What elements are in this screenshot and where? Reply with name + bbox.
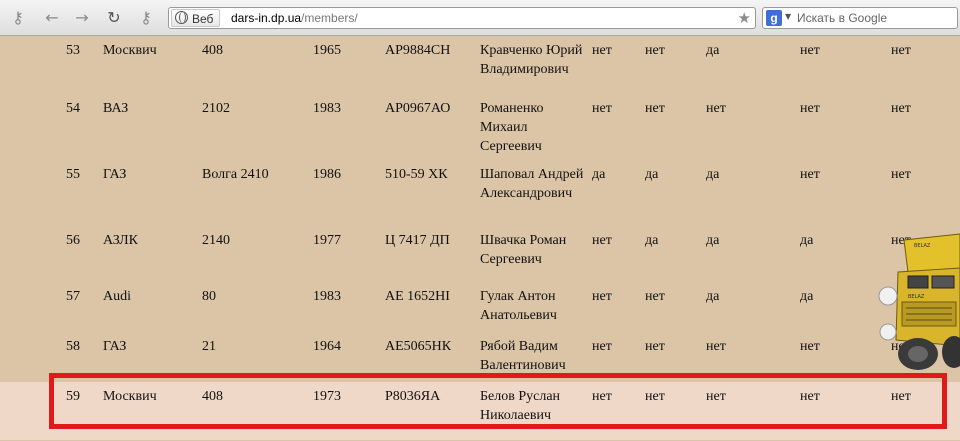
search-box[interactable]: g ▼ Искать в Google — [762, 7, 958, 29]
cell-c3: да — [706, 43, 720, 58]
cell-c3: да — [706, 167, 720, 182]
cell-year: 1964 — [313, 339, 341, 354]
cell-num: 53 — [66, 43, 80, 58]
cell-year: 1986 — [313, 167, 341, 182]
cell-make: АЗЛК — [103, 233, 138, 248]
cell-year: 1965 — [313, 43, 341, 58]
cell-model: 2102 — [202, 101, 230, 116]
table-row: 53 Москвич 408 1965 АР9884СН Кравченко Юрий В… — [0, 36, 960, 94]
cell-make: ГАЗ — [103, 339, 127, 354]
cell-owner: Кравченко Юрий Владимирович — [480, 43, 583, 77]
table-row: 54 ВАЗ 2102 1983 АР0967АО Романенко Михаил Се… — [0, 94, 960, 154]
cell-owner: Рябой Вадим Валентинович — [480, 339, 566, 373]
cell-c1: нет — [592, 101, 612, 116]
cell-c4: нет — [800, 339, 820, 354]
cell-model: 408 — [202, 43, 223, 58]
google-icon[interactable]: g — [766, 10, 782, 26]
site-info-label: Веб — [192, 12, 214, 26]
cell-make: Москвич — [103, 43, 157, 58]
search-input[interactable]: Искать в Google — [797, 8, 887, 28]
browser-toolbar: ⚷ ← → ↻ ⚷ Веб dars-in.dp.ua/members/ ★ g… — [0, 0, 960, 36]
cell-plate: АР0967АО — [385, 101, 451, 116]
cell-c5: нет — [891, 101, 911, 116]
cell-c3: да — [706, 233, 720, 248]
cell-c4: нет — [800, 101, 820, 116]
forward-button[interactable]: → — [72, 8, 92, 28]
cell-year: 1983 — [313, 289, 341, 304]
cell-c2: нет — [645, 43, 665, 58]
reload-button[interactable]: ↻ — [104, 8, 124, 28]
cell-c4: да — [800, 233, 814, 248]
cell-plate: Ц 7417 ДП — [385, 233, 450, 248]
cell-c1: нет — [592, 339, 612, 354]
cell-c2: да — [645, 233, 659, 248]
cell-owner: Романенко Михаил Сергеевич — [480, 101, 544, 154]
cell-year: 1977 — [313, 233, 341, 248]
cell-owner: Шаповал Андрей Александрович — [480, 167, 584, 201]
url-host: dars-in.dp.ua — [231, 11, 302, 25]
cell-year: 1983 — [313, 101, 341, 116]
cell-make: Audi — [103, 289, 131, 304]
truck-brand-front: BELAZ — [908, 294, 925, 300]
cell-model: 21 — [202, 339, 216, 354]
cell-num: 56 — [66, 233, 80, 248]
cell-owner: Гулак Антон Анатольевич — [480, 289, 557, 323]
cell-c4: нет — [800, 167, 820, 182]
cell-c2: нет — [645, 101, 665, 116]
cell-make: ГАЗ — [103, 167, 127, 182]
cell-c3: нет — [706, 339, 726, 354]
site-info-badge[interactable]: Веб — [171, 9, 221, 27]
cell-c4: да — [800, 289, 814, 304]
bookmark-star-icon[interactable]: ★ — [738, 8, 751, 28]
globe-icon — [175, 11, 188, 24]
cell-num: 58 — [66, 339, 80, 354]
cell-c1: да — [592, 167, 606, 182]
cell-c1: нет — [592, 43, 612, 58]
cell-c4: нет — [800, 43, 820, 58]
cell-c5: нет — [891, 167, 911, 182]
cell-c1: нет — [592, 233, 612, 248]
cell-c5: нет — [891, 43, 911, 58]
cell-c2: нет — [645, 289, 665, 304]
cell-model: Волга 2410 — [202, 167, 269, 182]
cell-model: 2140 — [202, 233, 230, 248]
cell-num: 54 — [66, 101, 80, 116]
table-row: 55 ГАЗ Волга 2410 1986 510-59 ХК Шаповал Андр… — [0, 160, 960, 218]
url-text[interactable]: dars-in.dp.ua/members/ — [231, 8, 358, 28]
truck-brand-top: BELAZ — [914, 243, 931, 249]
cell-num: 55 — [66, 167, 80, 182]
cell-owner: Швачка Роман Сергеевич — [480, 233, 567, 267]
key-icon[interactable]: ⚷ — [136, 8, 156, 28]
table-row: 56 АЗЛК 2140 1977 Ц 7417 ДП Швачка Роман Серг… — [0, 226, 960, 284]
cell-plate: 510-59 ХК — [385, 167, 448, 182]
url-path: /members/ — [301, 11, 358, 25]
cell-plate: АЕ 1652НІ — [385, 289, 450, 304]
cell-c3: нет — [706, 101, 726, 116]
cell-c1: нет — [592, 289, 612, 304]
cell-c3: да — [706, 289, 720, 304]
highlight-box — [49, 373, 947, 429]
cell-num: 57 — [66, 289, 80, 304]
back-button[interactable]: ← — [42, 8, 62, 28]
truck-icon: BELAZ BELAZ — [878, 233, 960, 370]
cell-model: 80 — [202, 289, 216, 304]
cell-c2: нет — [645, 339, 665, 354]
key-icon[interactable]: ⚷ — [8, 8, 28, 28]
address-bar[interactable]: Веб dars-in.dp.ua/members/ ★ — [168, 7, 756, 29]
cell-c2: да — [645, 167, 659, 182]
cell-plate: АЕ5065НК — [385, 339, 452, 354]
cell-make: ВАЗ — [103, 101, 129, 116]
chevron-down-icon[interactable]: ▼ — [785, 12, 791, 21]
cell-plate: АР9884СН — [385, 43, 451, 58]
